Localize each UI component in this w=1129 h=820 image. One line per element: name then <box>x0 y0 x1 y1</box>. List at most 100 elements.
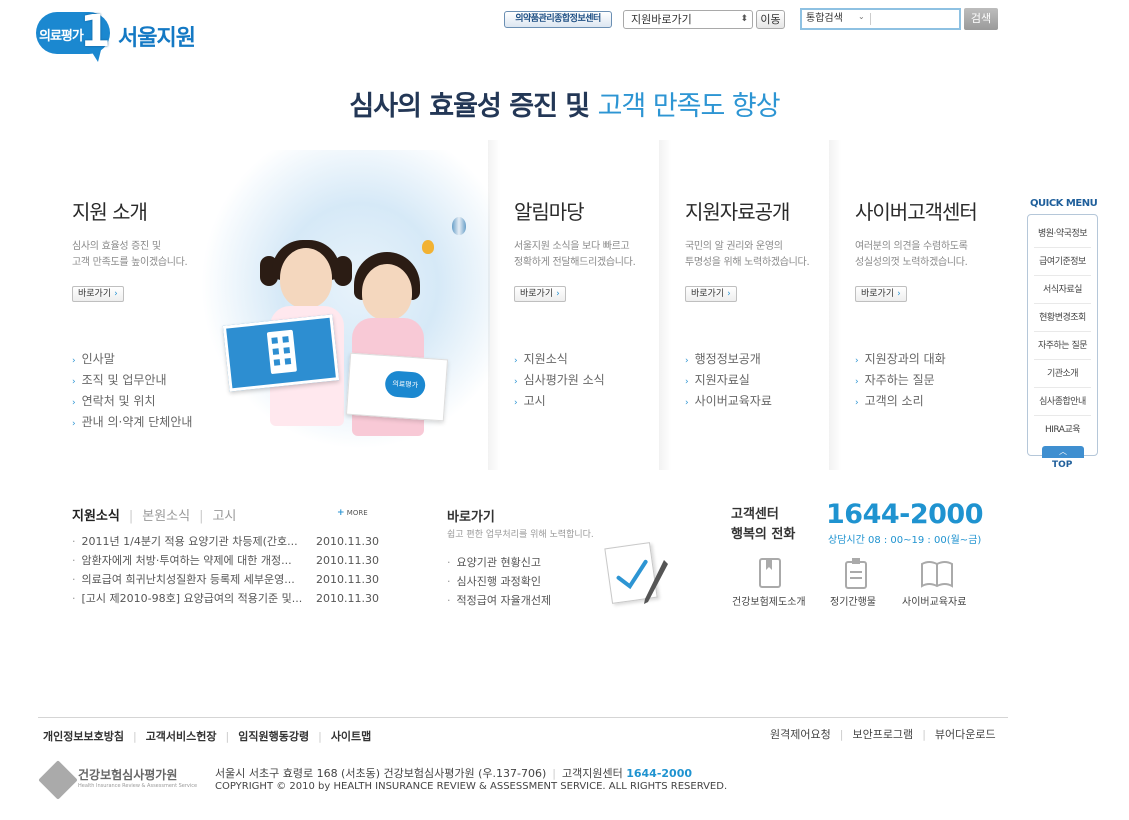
insurance-system-link[interactable]: 건강보험제도소개 <box>732 593 806 608</box>
bullet-icon: › <box>514 356 518 366</box>
link-branch-news[interactable]: › 지원소식 <box>514 350 605 371</box>
remote-control-link[interactable]: 원격제어요청 <box>770 728 831 741</box>
section-desc: 여러분의 의견을 수렴하도록 성실성의껏 노력하겠습니다. <box>855 241 968 268</box>
footer-address: 서울시 서초구 효령로 168 (서초동) 건강보험심사평가원 (우.137-7… <box>215 767 692 780</box>
link-faq[interactable]: › 자주하는 질문 <box>855 371 946 392</box>
customer-center-phone: 1644-2000 <box>826 499 984 530</box>
news-item[interactable]: · 의료급여 희귀난치성질환자 등록제 세부운영... 2010.11.30 <box>72 570 382 589</box>
shortcuts-title: 바로가기 <box>447 510 495 525</box>
logo-name: 서울지원 <box>118 26 196 51</box>
insurance-book-icon[interactable] <box>752 556 788 590</box>
hira-emblem-icon <box>38 760 78 800</box>
news-item[interactable]: · [고시 제2010-98호] 요양급여의 적용기준 및... 2010.11.3… <box>72 589 382 608</box>
go-button[interactable]: 이동 <box>756 10 785 29</box>
chevron-right-icon: › <box>556 289 560 299</box>
shortcut-button[interactable]: 바로가기 › <box>72 286 124 302</box>
shortcut-button[interactable]: 바로가기 › <box>855 286 907 302</box>
customer-center-hours: 상담시간 08 : 00~19 : 00(월~금) <box>828 535 982 546</box>
periodical-icon[interactable] <box>838 556 874 590</box>
quick-menu-item[interactable]: 현황변경조회 <box>1034 304 1091 332</box>
shortcuts-subtitle: 쉽고 편한 업무처리를 위해 노력합니다. <box>447 530 594 540</box>
tab-hq-news[interactable]: 본원소식 <box>142 509 190 524</box>
news-list: · 2011년 1/4분기 적용 요양기관 차등제(간호... 2010.11.30… <box>72 532 382 608</box>
top-button[interactable]: TOP <box>1052 460 1072 470</box>
site-logo[interactable]: 의료평가 1 서울지원 <box>36 6 206 64</box>
link-admin-info[interactable]: › 행정정보공개 <box>685 350 772 371</box>
link-contact[interactable]: › 연락처 및 위치 <box>72 392 192 413</box>
quick-menu-title: QUICK MENU <box>1030 198 1098 209</box>
brand-card: 의료평가 <box>345 352 449 422</box>
link-customer-voice[interactable]: › 고객의 소리 <box>855 392 946 413</box>
section-links: › 인사말 › 조직 및 업무안내 › 연락처 및 위치 › 관내 의·약계 단체안내 <box>72 350 192 434</box>
select-arrows-icon: ⬍ <box>740 14 748 24</box>
footer-utility-links: 원격제어요청 | 보안프로그램 | 뷰어다운로드 <box>770 728 996 741</box>
building-card <box>222 314 340 392</box>
quick-menu-item[interactable]: 급여기준정보 <box>1034 248 1091 276</box>
bullet-icon: › <box>855 398 859 408</box>
chevron-right-icon: › <box>727 289 731 299</box>
bullet-icon: › <box>72 398 76 408</box>
code-of-conduct-link[interactable]: 임직원행동강령 <box>238 730 309 743</box>
shortcut-link[interactable]: · 심사진행 과정확인 <box>447 572 551 591</box>
section-links: › 지원장과의 대화 › 자주하는 질문 › 고객의 소리 <box>855 350 946 413</box>
link-greeting[interactable]: › 인사말 <box>72 350 192 371</box>
link-cyber-education[interactable]: › 사이버교육자료 <box>685 392 772 413</box>
search-button[interactable]: 검색 <box>964 8 998 30</box>
bullet-icon: › <box>72 377 76 387</box>
quick-menu-item[interactable]: 병원·약국정보 <box>1034 220 1091 248</box>
quick-menu-item[interactable]: 심사종합안내 <box>1034 388 1091 416</box>
bullet-icon: › <box>855 377 859 387</box>
search-box[interactable]: 통합검색 ⌄ <box>800 8 961 30</box>
link-director-talk[interactable]: › 지원장과의 대화 <box>855 350 946 371</box>
section-title: 지원 소개 <box>72 200 148 224</box>
link-hira-news[interactable]: › 심사평가원 소식 <box>514 371 605 392</box>
page-headline: 심사의 효율성 증진 및 고객 만족도 향상 <box>349 91 780 122</box>
viewer-download-link[interactable]: 뷰어다운로드 <box>935 728 996 741</box>
search-scope-select[interactable]: 통합검색 <box>806 12 843 26</box>
shortcut-button[interactable]: 바로가기 › <box>685 286 737 302</box>
news-item[interactable]: · 2011년 1/4분기 적용 요양기관 차등제(간호... 2010.11.30 <box>72 532 382 551</box>
chevron-up-icon[interactable]: ︿ <box>1042 446 1084 458</box>
shortcuts-list: · 요양기관 현황신고 · 심사진행 과정확인 · 적정급여 자율개선제 <box>447 553 551 610</box>
quick-menu-item[interactable]: 기관소개 <box>1034 360 1091 388</box>
news-more-link[interactable]: + MORE <box>337 508 368 518</box>
drug-info-center-button[interactable]: 의약품관리종합정보센터 <box>504 11 612 28</box>
column-divider <box>488 140 500 470</box>
bullet-icon: › <box>855 356 859 366</box>
section-title: 사이버고객센터 <box>855 200 978 224</box>
open-book-icon[interactable] <box>919 556 955 590</box>
section-cyber-center: 사이버고객센터 여러분의 의견을 수렴하도록 성실성의껏 노력하겠습니다. 바로가… <box>855 196 978 302</box>
shortcut-button[interactable]: 바로가기 › <box>514 286 566 302</box>
sitemap-link[interactable]: 사이트맵 <box>331 730 371 743</box>
section-branch-intro: 지원 소개 심사의 효율성 증진 및 고객 만족도를 높이겠습니다. 바로가기 › <box>72 196 188 302</box>
footer-copyright: COPYRIGHT © 2010 by HEALTH INSURANCE REV… <box>215 781 728 792</box>
logo-number: 1 <box>80 6 111 57</box>
chevron-right-icon: › <box>114 289 118 299</box>
bullet-icon: › <box>72 356 76 366</box>
chevron-right-icon: › <box>897 289 901 299</box>
link-associations[interactable]: › 관내 의·약계 단체안내 <box>72 413 192 434</box>
quick-menu-item[interactable]: HIRA교육 <box>1034 416 1091 444</box>
link-organization[interactable]: › 조직 및 업무안내 <box>72 371 192 392</box>
quick-menu: 병원·약국정보 급여기준정보 서식자료실 현황변경조회 자주하는 질문 기관소개… <box>1027 214 1098 456</box>
branch-select[interactable]: 지원바로가기 ⬍ <box>623 10 753 29</box>
plus-icon: + <box>337 508 345 518</box>
shortcut-link[interactable]: · 적정급여 자율개선제 <box>447 591 551 610</box>
link-notice[interactable]: › 고시 <box>514 392 605 413</box>
service-charter-link[interactable]: 고객서비스헌장 <box>146 730 217 743</box>
news-item[interactable]: · 암환자에게 처방·투여하는 약제에 대한 개정... 2010.11.30 <box>72 551 382 570</box>
security-program-link[interactable]: 보안프로그램 <box>852 728 913 741</box>
quick-menu-item[interactable]: 서식자료실 <box>1034 276 1091 304</box>
cyber-education-link[interactable]: 사이버교육자료 <box>902 593 966 608</box>
section-title: 지원자료공개 <box>685 200 790 224</box>
section-desc: 서울지원 소식을 보다 빠르고 정확하게 전달해드리겠습니다. <box>514 241 636 268</box>
bullet-icon: › <box>514 398 518 408</box>
periodicals-link[interactable]: 정기간행물 <box>830 593 876 608</box>
tab-notices[interactable]: 고시 <box>212 509 236 524</box>
quick-menu-item[interactable]: 자주하는 질문 <box>1034 332 1091 360</box>
section-title: 알림마당 <box>514 200 585 224</box>
tab-branch-news[interactable]: 지원소식 <box>72 509 120 524</box>
link-branch-archive[interactable]: › 지원자료실 <box>685 371 772 392</box>
shortcut-link[interactable]: · 요양기관 현황신고 <box>447 553 551 572</box>
privacy-policy-link[interactable]: 개인정보보호방침 <box>43 730 124 743</box>
